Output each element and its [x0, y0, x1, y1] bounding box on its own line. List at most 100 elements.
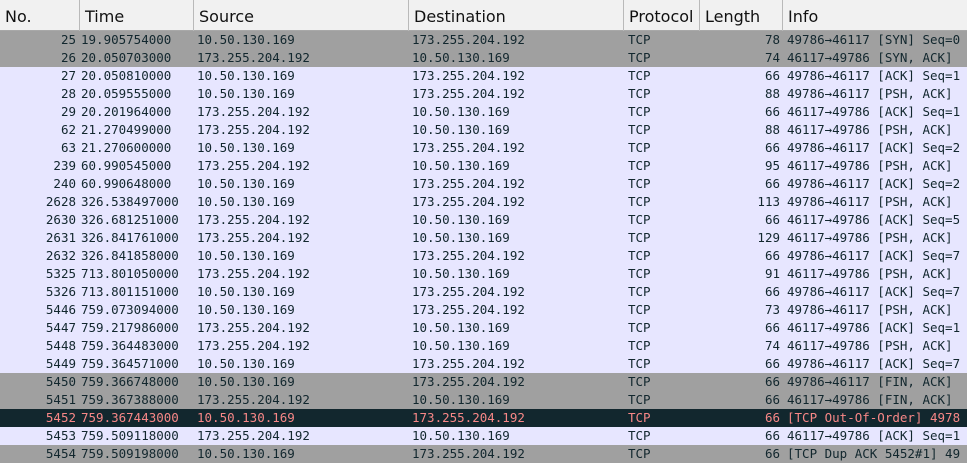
packet-length: 66 [764, 320, 780, 335]
packet-number: 27 [60, 68, 76, 83]
packet-number: 5454 [45, 446, 76, 461]
table-row[interactable]: 5325 713.801050000 173.255.204.192 10.50.13… [0, 265, 967, 283]
packet-length: 66 [764, 68, 780, 83]
packet-destination: 173.255.204.192 [412, 68, 525, 83]
table-row[interactable]: 27 20.050810000 10.50.130.169 173.255.204.1… [0, 67, 967, 85]
packet-source: 173.255.204.192 [197, 266, 310, 281]
packet-protocol: TCP [628, 446, 651, 461]
table-row[interactable]: 5447 759.217986000 173.255.204.192 10.50.13… [0, 319, 967, 337]
table-row[interactable]: 2632 326.841858000 10.50.130.169 173.255.20… [0, 247, 967, 265]
packet-length: 74 [764, 50, 780, 65]
column-header-no[interactable]: No. [0, 0, 80, 31]
packet-source: 173.255.204.192 [197, 338, 310, 353]
table-row[interactable]: 5454 759.509198000 10.50.130.169 173.255.20… [0, 445, 967, 463]
packet-number: 5452 [45, 410, 76, 425]
table-row[interactable]: 5451 759.367388000 173.255.204.192 10.50.13… [0, 391, 967, 409]
packet-destination: 173.255.204.192 [412, 176, 525, 191]
table-row[interactable]: 63 21.270600000 10.50.130.169 173.255.204.1… [0, 139, 967, 157]
packet-source: 173.255.204.192 [197, 212, 310, 227]
table-row[interactable]: 29 20.201964000 173.255.204.192 10.50.130.1… [0, 103, 967, 121]
packet-time: 326.538497000 [81, 194, 179, 209]
packet-length: 88 [764, 122, 780, 137]
table-row[interactable]: 5449 759.364571000 10.50.130.169 173.255.20… [0, 355, 967, 373]
table-row[interactable]: 2628 326.538497000 10.50.130.169 173.255.20… [0, 193, 967, 211]
packet-time: 759.217986000 [81, 320, 179, 335]
packet-protocol: TCP [628, 50, 651, 65]
packet-source: 173.255.204.192 [197, 104, 310, 119]
table-row[interactable]: 240 60.990648000 10.50.130.169 173.255.204.… [0, 175, 967, 193]
packet-source: 10.50.130.169 [197, 410, 295, 425]
packet-destination: 10.50.130.169 [412, 122, 510, 137]
packet-source: 10.50.130.169 [197, 68, 295, 83]
packet-protocol: TCP [628, 32, 651, 47]
packet-length: 66 [764, 446, 780, 461]
packet-info: [TCP Out-Of-Order] 4978 [787, 410, 961, 425]
table-row[interactable]: 5446 759.073094000 10.50.130.169 173.255.20… [0, 301, 967, 319]
packet-number: 5325 [45, 266, 76, 281]
packet-destination: 10.50.130.169 [412, 158, 510, 173]
packet-source: 173.255.204.192 [197, 230, 310, 245]
packet-time: 20.059555000 [81, 86, 172, 101]
table-row[interactable]: 26 20.050703000 173.255.204.192 10.50.130.1… [0, 49, 967, 67]
packet-protocol: TCP [628, 374, 651, 389]
packet-number: 29 [60, 104, 76, 119]
packet-source: 10.50.130.169 [197, 356, 295, 371]
packet-length: 66 [764, 104, 780, 119]
column-header-destination[interactable]: Destination [409, 0, 624, 31]
table-row[interactable]: 5452 759.367443000 10.50.130.169 173.255.20… [0, 409, 967, 427]
table-row[interactable]: 5448 759.364483000 173.255.204.192 10.50.13… [0, 337, 967, 355]
packet-info: 49786→46117 [ACK] Seq=7 [787, 248, 961, 263]
packet-time: 759.367443000 [81, 410, 179, 425]
packet-protocol: TCP [628, 158, 651, 173]
column-header-info[interactable]: Info [783, 0, 967, 31]
table-row[interactable]: 25 19.905754000 10.50.130.169 173.255.204.1… [0, 31, 967, 49]
packet-time: 20.050703000 [81, 50, 172, 65]
packet-destination: 10.50.130.169 [412, 266, 510, 281]
packet-source: 10.50.130.169 [197, 32, 295, 47]
packet-length: 113 [757, 194, 780, 209]
packet-source: 173.255.204.192 [197, 428, 310, 443]
packet-source: 173.255.204.192 [197, 320, 310, 335]
packet-length: 66 [764, 284, 780, 299]
table-row[interactable]: 28 20.059555000 10.50.130.169 173.255.204.1… [0, 85, 967, 103]
packet-length: 78 [764, 32, 780, 47]
column-header-protocol[interactable]: Protocol [624, 0, 700, 31]
packet-protocol: TCP [628, 266, 651, 281]
column-header-source[interactable]: Source [194, 0, 409, 31]
packet-info: 49786→46117 [PSH, ACK] [787, 302, 953, 317]
packet-time: 759.509198000 [81, 446, 179, 461]
packet-time: 759.073094000 [81, 302, 179, 317]
packet-time: 60.990545000 [81, 158, 172, 173]
packet-length: 66 [764, 410, 780, 425]
packet-protocol: TCP [628, 428, 651, 443]
packet-protocol: TCP [628, 230, 651, 245]
packet-rows: 25 19.905754000 10.50.130.169 173.255.204.1… [0, 31, 967, 463]
table-row[interactable]: 2630 326.681251000 173.255.204.192 10.50.13… [0, 211, 967, 229]
packet-length: 66 [764, 428, 780, 443]
packet-number: 62 [60, 122, 76, 137]
table-row[interactable]: 239 60.990545000 173.255.204.192 10.50.130.… [0, 157, 967, 175]
packet-info: 49786→46117 [ACK] Seq=2 [787, 140, 961, 155]
packet-time: 326.841761000 [81, 230, 179, 245]
table-row[interactable]: 5326 713.801151000 10.50.130.169 173.255.20… [0, 283, 967, 301]
packet-protocol: TCP [628, 284, 651, 299]
table-row[interactable]: 5450 759.366748000 10.50.130.169 173.255.20… [0, 373, 967, 391]
table-row[interactable]: 62 21.270499000 173.255.204.192 10.50.130.1… [0, 121, 967, 139]
table-row[interactable]: 2631 326.841761000 173.255.204.192 10.50.13… [0, 229, 967, 247]
packet-destination: 10.50.130.169 [412, 320, 510, 335]
column-header-length[interactable]: Length [700, 0, 783, 31]
packet-source: 173.255.204.192 [197, 50, 310, 65]
packet-length: 66 [764, 140, 780, 155]
packet-destination: 173.255.204.192 [412, 410, 525, 425]
table-row[interactable]: 5453 759.509118000 173.255.204.192 10.50.13… [0, 427, 967, 445]
packet-info: 46117→49786 [PSH, ACK] [787, 122, 953, 137]
packet-destination: 173.255.204.192 [412, 302, 525, 317]
packet-source: 10.50.130.169 [197, 374, 295, 389]
packet-number: 239 [53, 158, 76, 173]
packet-destination: 10.50.130.169 [412, 392, 510, 407]
packet-length: 66 [764, 356, 780, 371]
column-header-time[interactable]: Time [80, 0, 194, 31]
packet-number: 5449 [45, 356, 76, 371]
packet-time: 759.366748000 [81, 374, 179, 389]
packet-time: 759.367388000 [81, 392, 179, 407]
